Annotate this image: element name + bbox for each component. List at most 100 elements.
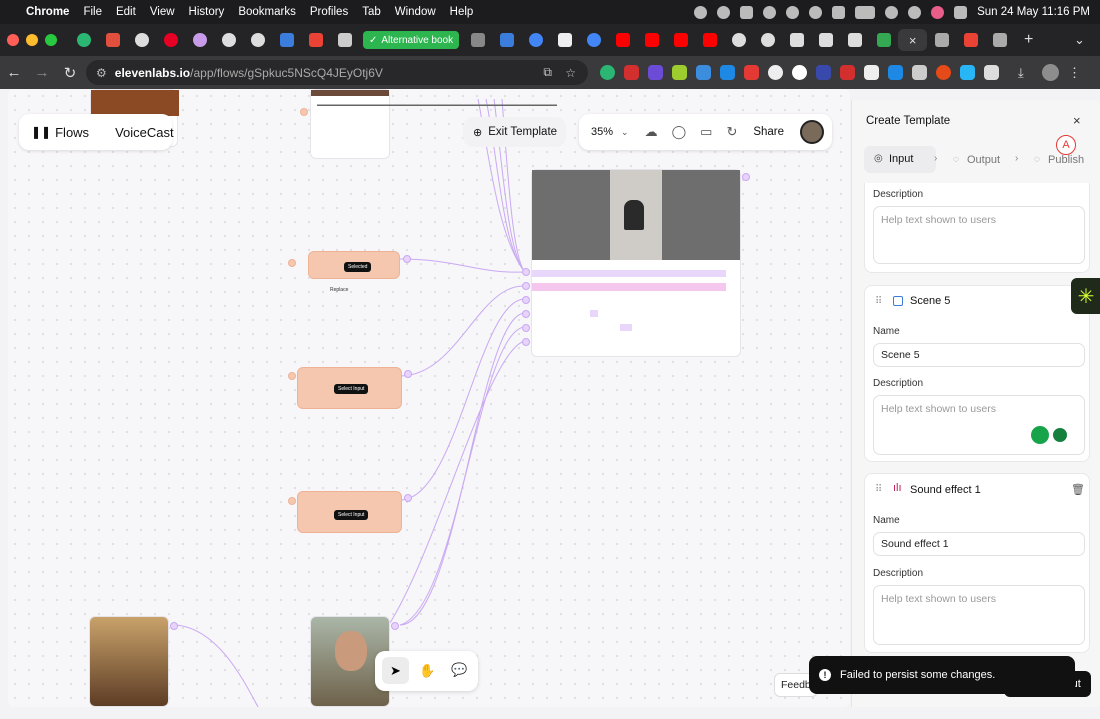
menu-profiles[interactable]: Profiles	[310, 6, 348, 18]
input-handle[interactable]	[522, 324, 530, 332]
tab[interactable]	[330, 29, 359, 51]
menu-tab[interactable]: Tab	[362, 6, 381, 18]
drag-handle-icon[interactable]: ⠿	[875, 296, 882, 307]
grammarly-icon[interactable]	[1051, 426, 1069, 444]
tab-alternative-book[interactable]: ✓ Alternative book	[363, 31, 460, 49]
flow-canvas[interactable]: ▬▬▬▬▬▬▬▬▬▬▬▬▬▬▬▬▬▬▬▬▬▬▬▬▬▬▬▬▬▬▬▬▬▬▬▬▬▬▬▬…	[8, 89, 850, 707]
drop-icon[interactable]	[809, 5, 823, 19]
extension-icon[interactable]	[600, 65, 615, 80]
extension-icon[interactable]	[696, 65, 711, 80]
select-input-badge[interactable]: Select Input	[334, 384, 369, 394]
sync-icon[interactable]	[694, 5, 708, 19]
extension-icon[interactable]	[912, 65, 927, 80]
menubar-datetime[interactable]: Sun 24 May 11:16 PM	[977, 6, 1090, 18]
tab[interactable]	[185, 29, 214, 51]
download-icon[interactable]: ⤓	[1018, 65, 1033, 80]
extension-icon[interactable]	[792, 65, 807, 80]
zoom-chevron-icon[interactable]: ⌄	[621, 127, 629, 138]
tab[interactable]	[985, 29, 1014, 51]
extension-icon[interactable]	[816, 65, 831, 80]
extension-icon[interactable]	[864, 65, 879, 80]
tab[interactable]	[301, 29, 330, 51]
hand-tool-icon[interactable]: ✋	[419, 663, 435, 679]
tab[interactable]	[956, 29, 985, 51]
extension-icon[interactable]	[768, 65, 783, 80]
tab[interactable]	[463, 29, 492, 51]
menu-view[interactable]: View	[150, 6, 175, 18]
reload-button[interactable]: ↻	[56, 64, 84, 82]
trash-icon[interactable]: 🗑	[1071, 483, 1085, 496]
tab[interactable]	[98, 29, 127, 51]
name-field[interactable]: Scene 5	[873, 343, 1085, 367]
zoom-window-icon[interactable]	[45, 34, 57, 46]
extension-icon[interactable]	[720, 65, 735, 80]
extension-icon[interactable]	[672, 65, 687, 80]
tab-search-button[interactable]: ⌄	[1065, 29, 1094, 51]
node-handle[interactable]	[288, 259, 296, 267]
composition-node[interactable]	[531, 169, 741, 357]
timeline-clip[interactable]	[590, 310, 598, 317]
tab[interactable]	[156, 29, 185, 51]
tab[interactable]	[695, 29, 724, 51]
tab[interactable]	[521, 29, 550, 51]
close-window-icon[interactable]	[7, 34, 19, 46]
menu-window[interactable]: Window	[395, 6, 436, 18]
zoom-level[interactable]: 35%	[591, 126, 613, 138]
browser-menu-icon[interactable]: ⋮	[1068, 65, 1083, 80]
close-tab-icon[interactable]: ×	[909, 33, 917, 48]
refresh-icon[interactable]: ↻	[726, 124, 737, 140]
share-button[interactable]: Share	[753, 126, 784, 138]
node-handle[interactable]	[391, 622, 399, 630]
extension-icon[interactable]	[624, 65, 639, 80]
exit-template-button[interactable]: ⊕ Exit Template	[463, 117, 566, 147]
tab[interactable]	[927, 29, 956, 51]
node-handle[interactable]	[403, 255, 411, 263]
node-handle[interactable]	[300, 108, 308, 116]
profile-avatar[interactable]	[1042, 64, 1059, 81]
sun-icon[interactable]	[763, 5, 777, 19]
step-input-tab[interactable]: ◎ Input	[864, 146, 936, 173]
name-field[interactable]: Sound effect 1	[873, 532, 1085, 556]
input-handle[interactable]	[522, 296, 530, 304]
tab[interactable]	[127, 29, 156, 51]
menu-bookmarks[interactable]: Bookmarks	[238, 6, 296, 18]
description-field[interactable]: Help text shown to users	[873, 585, 1085, 645]
comment-icon[interactable]: ◯	[672, 124, 687, 140]
menu-edit[interactable]: Edit	[116, 6, 136, 18]
wifi-icon[interactable]	[885, 5, 899, 19]
menu-app-name[interactable]: Chrome	[26, 6, 69, 18]
extension-icon[interactable]	[936, 65, 951, 80]
input-handle[interactable]	[522, 338, 530, 346]
description-field[interactable]: Help text shown to users	[873, 206, 1085, 264]
description-field[interactable]: Help text shown to users	[873, 395, 1085, 455]
search-icon[interactable]	[908, 5, 922, 19]
tab[interactable]	[666, 29, 695, 51]
tab-active[interactable]: ×	[898, 29, 928, 51]
drag-handle-icon[interactable]: ⠿	[875, 484, 882, 495]
audio-node-selected[interactable]: Selected	[308, 251, 400, 279]
input-handle[interactable]	[522, 282, 530, 290]
timeline-clip[interactable]	[620, 324, 632, 331]
menu-history[interactable]: History	[189, 6, 225, 18]
step-output-tab[interactable]: Output	[967, 154, 1000, 166]
folder-icon[interactable]: ▭	[700, 124, 712, 140]
tab[interactable]	[492, 29, 521, 51]
install-app-icon[interactable]: ⧉	[543, 65, 552, 80]
cloud-icon[interactable]: ☁	[645, 124, 658, 140]
back-button[interactable]: ←	[0, 64, 28, 81]
grammarly-bulb-icon[interactable]	[1031, 426, 1049, 444]
keyboard-icon[interactable]	[740, 5, 754, 19]
node-handle[interactable]	[170, 622, 178, 630]
window-icon[interactable]	[832, 5, 846, 19]
speed-icon[interactable]	[717, 5, 731, 19]
acrobat-icon[interactable]: A	[1056, 135, 1076, 155]
extension-icon[interactable]	[840, 65, 855, 80]
tab[interactable]	[214, 29, 243, 51]
battery-icon[interactable]	[855, 5, 876, 19]
extension-icon[interactable]	[960, 65, 975, 80]
extension-icon[interactable]	[888, 65, 903, 80]
tab[interactable]	[637, 29, 666, 51]
tab[interactable]	[272, 29, 301, 51]
project-name[interactable]: VoiceCast	[115, 125, 174, 140]
extensions-puzzle-icon[interactable]	[984, 65, 999, 80]
